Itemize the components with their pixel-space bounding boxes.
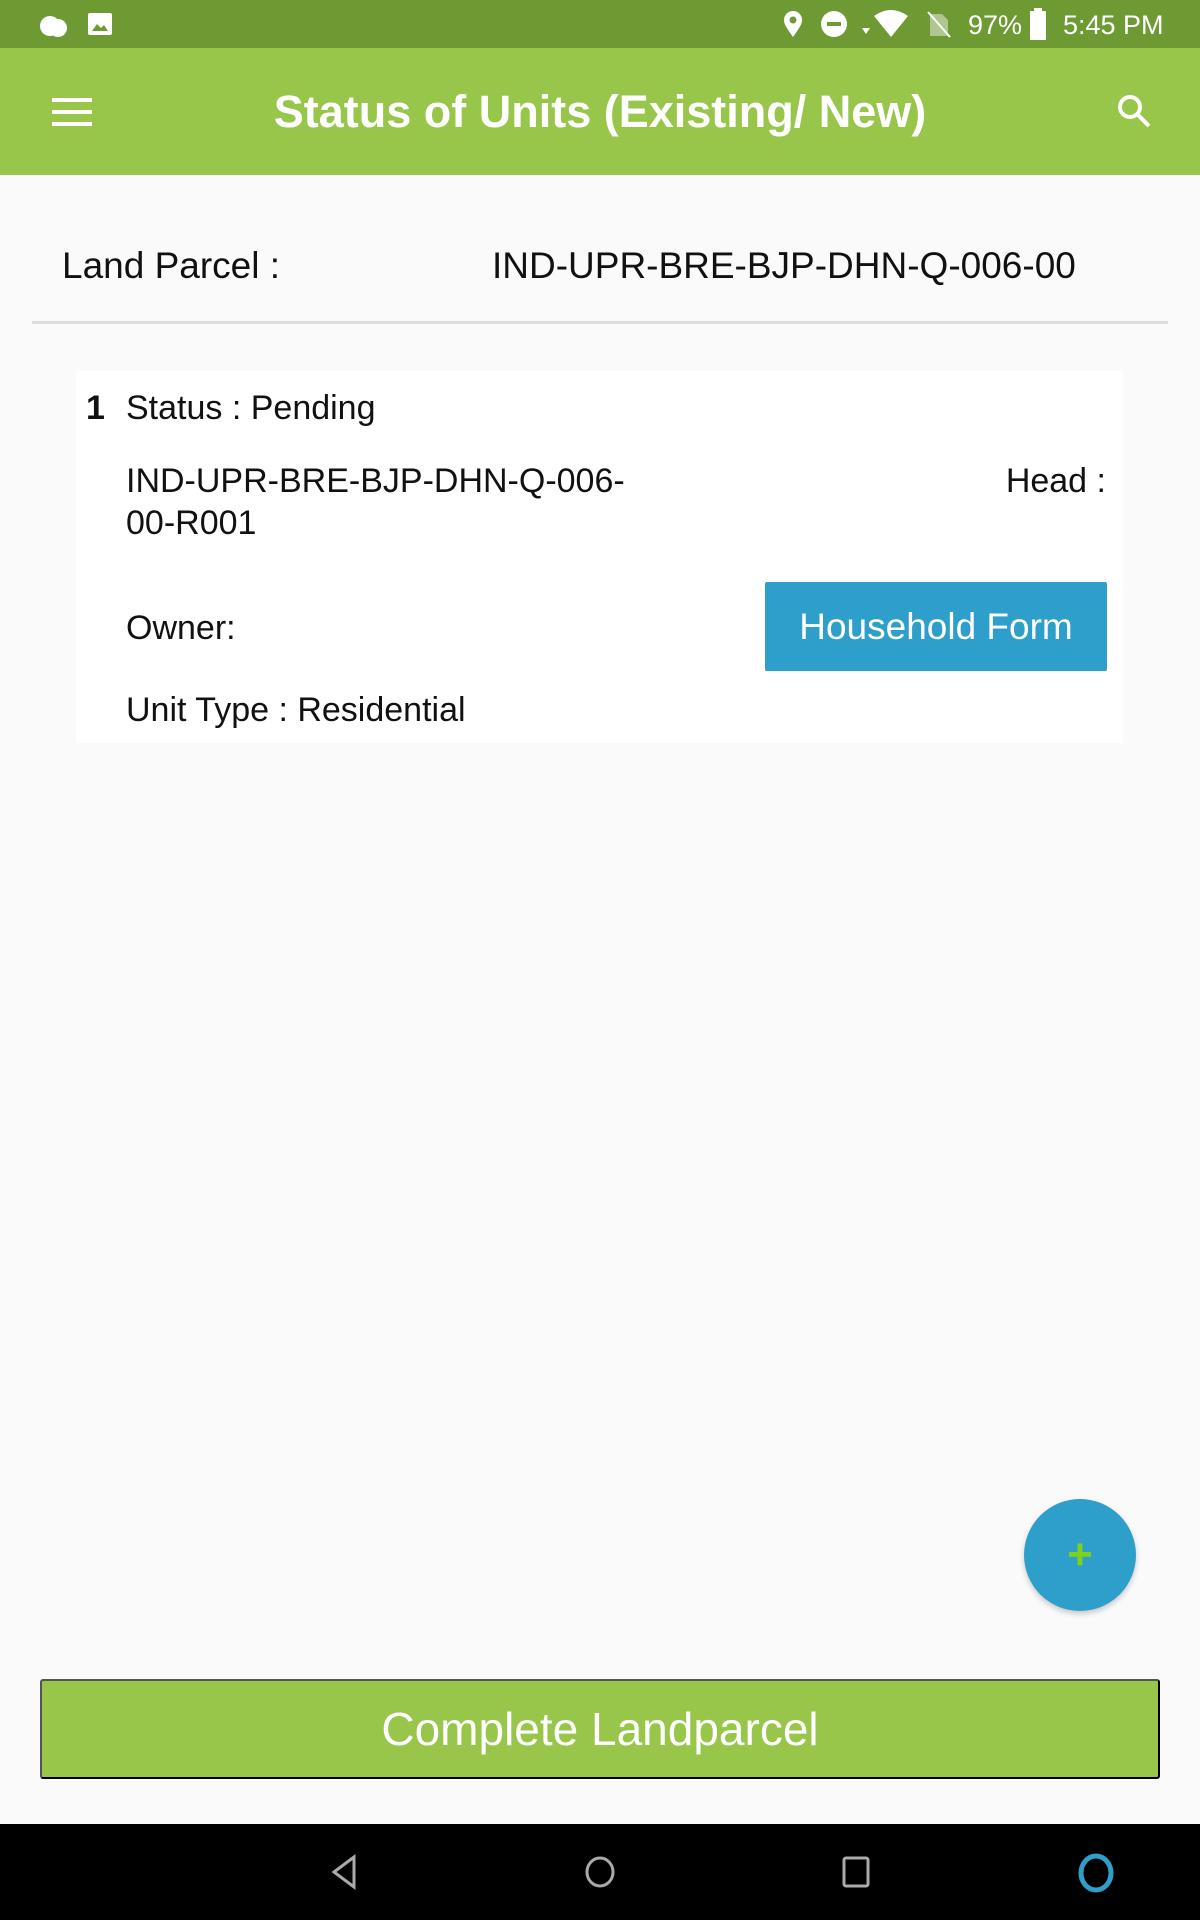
unit-owner: Owner: [126,609,236,647]
unit-id-line2: 00-R001 [126,504,257,542]
navigation-bar [0,1824,1200,1920]
app-bar: Status of Units (Existing/ New) [0,48,1200,175]
unit-status: Status : Pending [126,389,376,427]
land-parcel-value: IND-UPR-BRE-BJP-DHN-Q-006-00 [492,245,1076,286]
back-icon[interactable] [330,1854,358,1890]
unit-card: 1 Status : Pending IND-UPR-BRE-BJP-DHN-Q… [76,371,1123,743]
battery-icon [1030,8,1046,40]
weather-icon [40,16,67,37]
dnd-icon [821,11,847,37]
plus-icon: + [1067,1530,1093,1579]
add-unit-button[interactable]: + [1024,1499,1136,1611]
wifi-icon [862,10,908,37]
status-bar: 97% 5:45 PM [0,0,1200,48]
page-title: Status of Units (Existing/ New) [273,86,927,137]
complete-landparcel-button[interactable]: Complete Landparcel [40,1679,1160,1779]
land-parcel-label: Land Parcel : [62,245,281,286]
battery-percent: 97% [968,10,1023,40]
home-icon[interactable] [584,1855,616,1889]
image-icon [88,13,112,35]
no-sim-icon [927,11,951,38]
location-icon [784,11,802,37]
divider [32,321,1168,324]
assistant-icon[interactable] [1076,1852,1116,1894]
clock: 5:45 PM [1063,10,1164,40]
unit-head: Head : [1005,462,1106,500]
household-form-button[interactable]: Household Form [765,582,1107,671]
recents-icon[interactable] [842,1856,870,1888]
unit-type: Unit Type : Residential [126,691,466,729]
search-icon[interactable] [1116,93,1152,129]
unit-index: 1 [86,389,105,427]
unit-id-line1: IND-UPR-BRE-BJP-DHN-Q-006- [126,462,625,500]
